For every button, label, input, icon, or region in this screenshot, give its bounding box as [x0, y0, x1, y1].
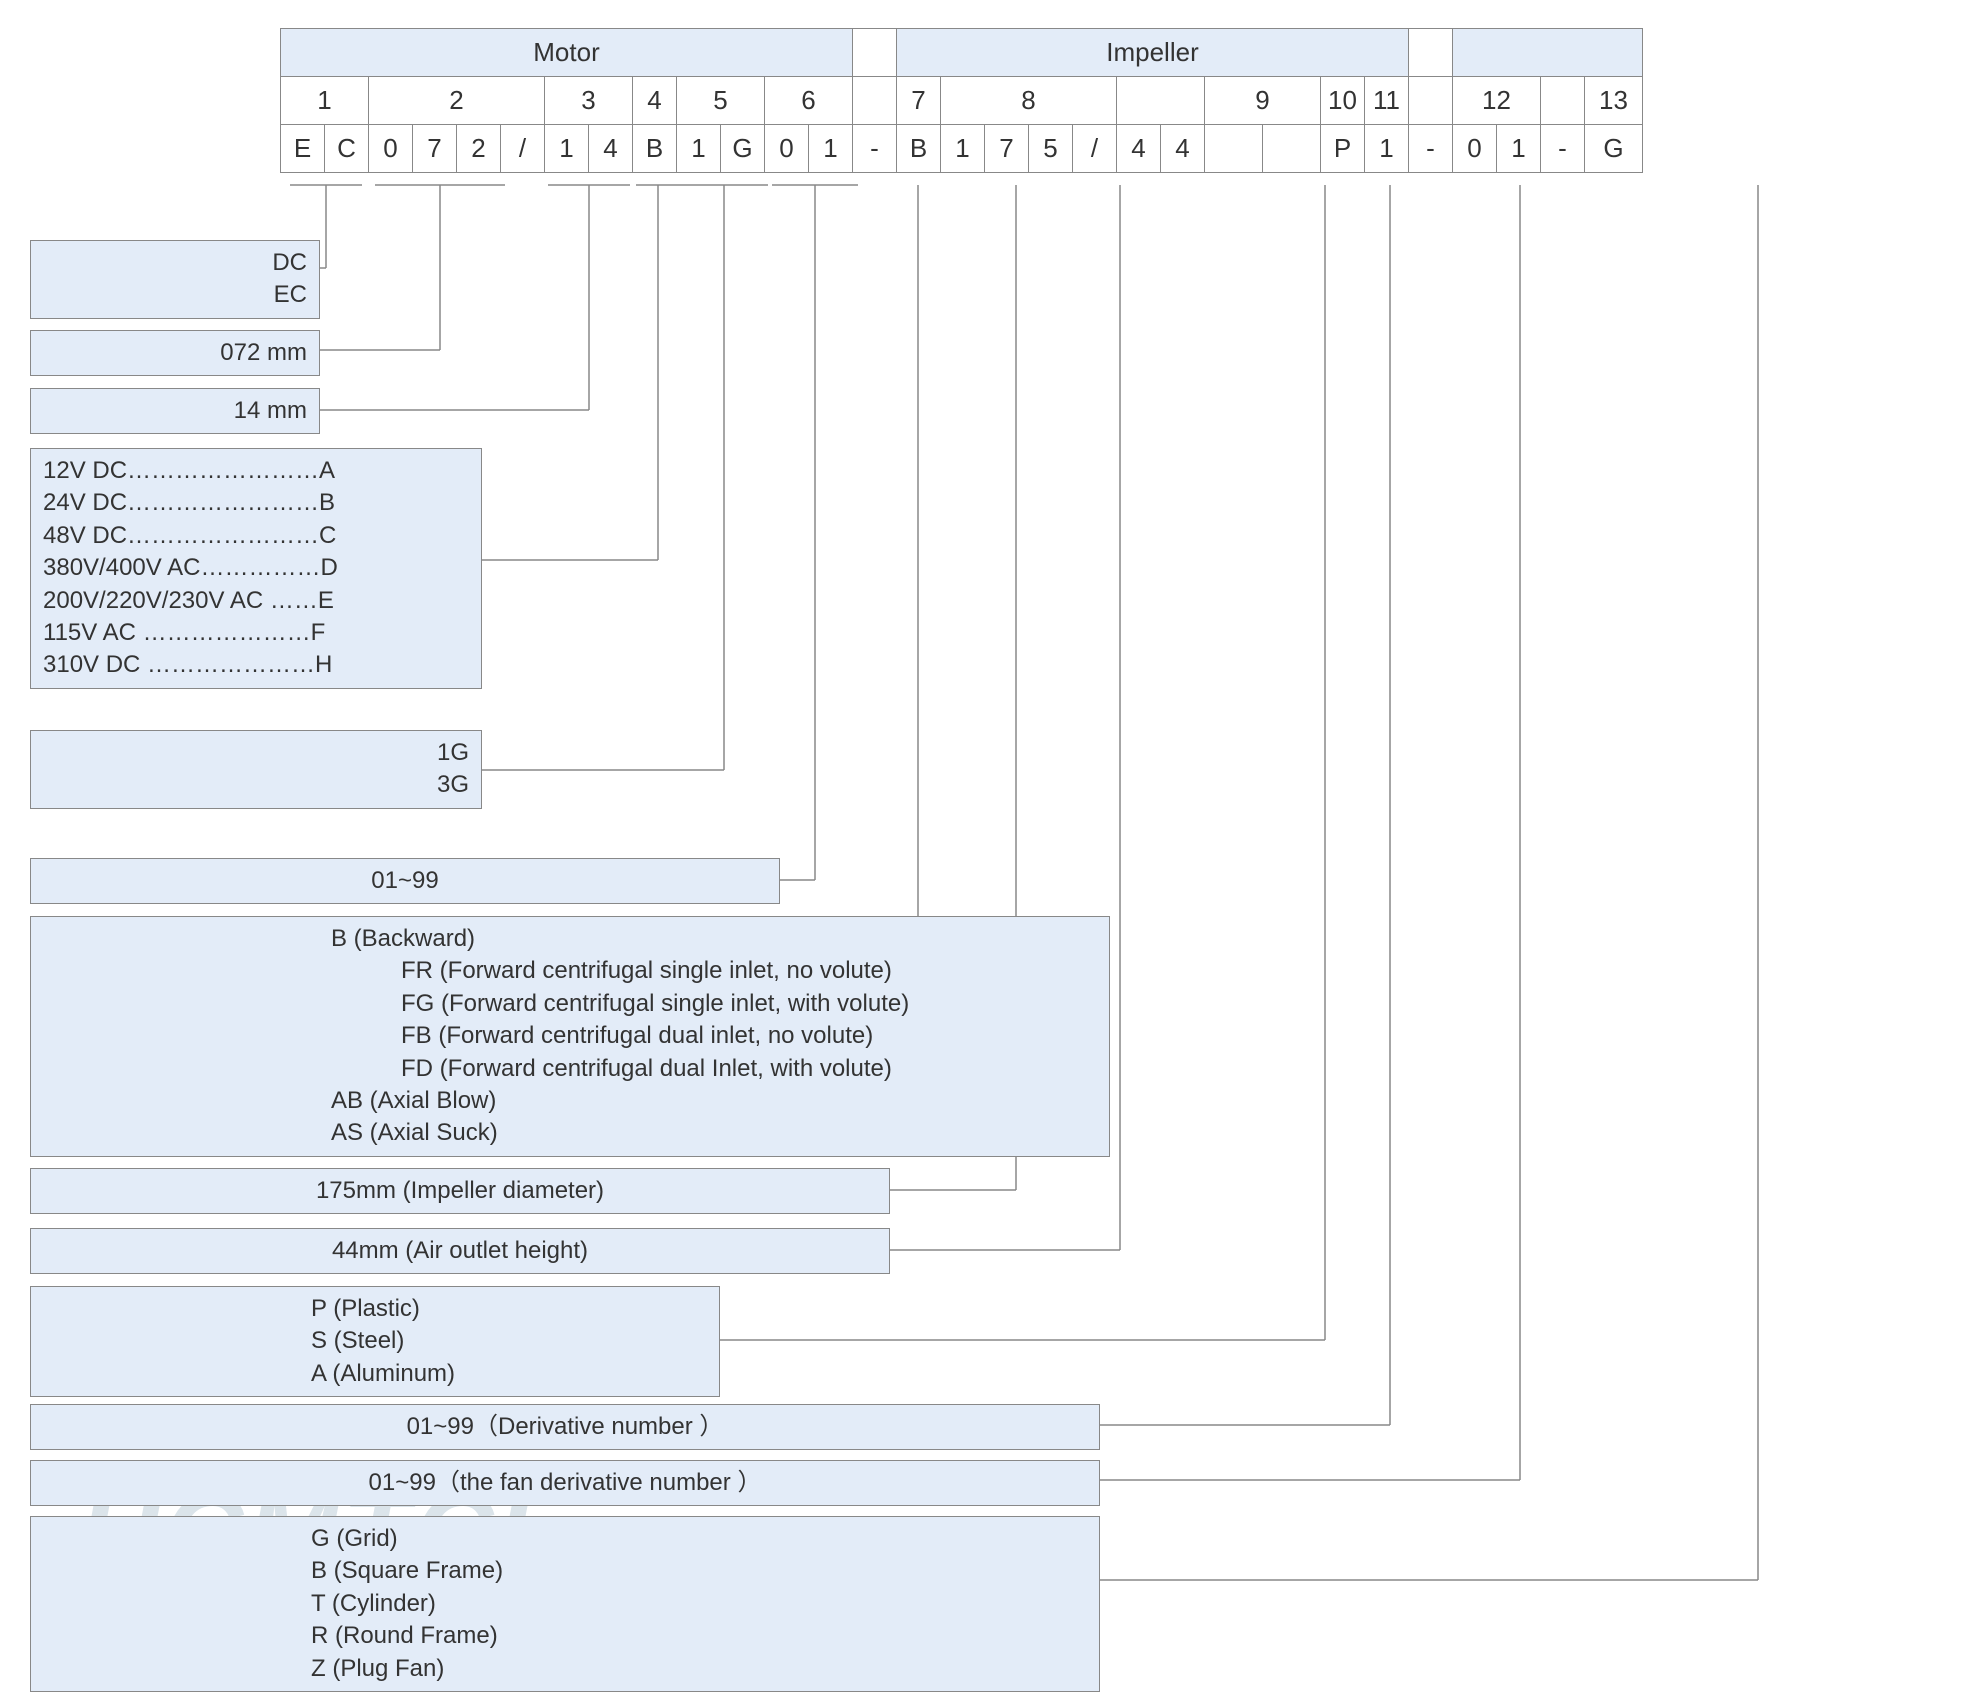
header-blank	[1453, 29, 1643, 77]
num-2: 2	[369, 77, 545, 125]
code-row: E C 0 7 2 / 1 4 B 1 G 0 1 - B 1 7 5 / 4 …	[281, 125, 1643, 173]
legend-7-impeller-type: B (Backward) FR (Forward centrifugal sin…	[30, 916, 1110, 1157]
num-7: 7	[897, 77, 941, 125]
num-10: 10	[1321, 77, 1365, 125]
num-13: 13	[1585, 77, 1643, 125]
code-slash2: /	[1073, 125, 1117, 173]
legend-5-phase: 1G 3G	[30, 730, 482, 809]
code-1e: 1	[1365, 125, 1409, 173]
legend-10-material: P (Plastic) S (Steel) A (Aluminum)	[30, 1286, 720, 1397]
num-6: 6	[765, 77, 853, 125]
num-12: 12	[1453, 77, 1541, 125]
code-4b: 4	[1117, 125, 1161, 173]
legend-6-range: 01~99	[30, 858, 780, 904]
num-9: 9	[1205, 77, 1321, 125]
code-7: 7	[413, 125, 457, 173]
code-0: 0	[369, 125, 413, 173]
legend-2-motor-size: 072 mm	[30, 330, 320, 376]
legend-1-motor-type: DC EC	[30, 240, 320, 319]
code-breakdown-table: Motor Impeller 1 2 3 4 5 6 7 8 9 10 11 1…	[280, 28, 1643, 173]
code-1c: 1	[809, 125, 853, 173]
code-G2: G	[1585, 125, 1643, 173]
legend-3-shaft: 14 mm	[30, 388, 320, 434]
code-1: 1	[545, 125, 589, 173]
code-0b: 0	[765, 125, 809, 173]
code-E: E	[281, 125, 325, 173]
code-slashgap	[1205, 125, 1263, 173]
header-motor: Motor	[281, 29, 853, 77]
number-row: 1 2 3 4 5 6 7 8 9 10 11 12 13	[281, 77, 1643, 125]
code-slashgap2	[1263, 125, 1321, 173]
legend-12-fan-derivative: 01~99（the fan derivative number ）	[30, 1460, 1100, 1506]
num-11: 11	[1365, 77, 1409, 125]
code-4: 4	[589, 125, 633, 173]
num-4: 4	[633, 77, 677, 125]
code-G: G	[721, 125, 765, 173]
code-4c: 4	[1161, 125, 1205, 173]
code-C: C	[325, 125, 369, 173]
num-8: 8	[941, 77, 1117, 125]
legend-13-frame: G (Grid) B (Square Frame) T (Cylinder) R…	[30, 1516, 1100, 1692]
num-5: 5	[677, 77, 765, 125]
num-1: 1	[281, 77, 369, 125]
code-P: P	[1321, 125, 1365, 173]
code-dash3: -	[1541, 125, 1585, 173]
header-row: Motor Impeller	[281, 29, 1643, 77]
num-3: 3	[545, 77, 633, 125]
legend-11-derivative: 01~99（Derivative number ）	[30, 1404, 1100, 1450]
legend-9-outlet-height: 44mm (Air outlet height)	[30, 1228, 890, 1274]
code-1d: 1	[941, 125, 985, 173]
code-dash2: -	[1409, 125, 1453, 173]
code-5: 5	[1029, 125, 1073, 173]
code-1f: 1	[1497, 125, 1541, 173]
header-impeller: Impeller	[897, 29, 1409, 77]
code-7b: 7	[985, 125, 1029, 173]
legend-4-voltage: 12V DC……………………A 24V DC……………………B 48V DC………	[30, 448, 482, 689]
code-2: 2	[457, 125, 501, 173]
code-slash1: /	[501, 125, 545, 173]
code-0c: 0	[1453, 125, 1497, 173]
code-dash1: -	[853, 125, 897, 173]
legend-8-impeller-dia: 175mm (Impeller diameter)	[30, 1168, 890, 1214]
code-B2: B	[897, 125, 941, 173]
code-1b: 1	[677, 125, 721, 173]
code-B: B	[633, 125, 677, 173]
